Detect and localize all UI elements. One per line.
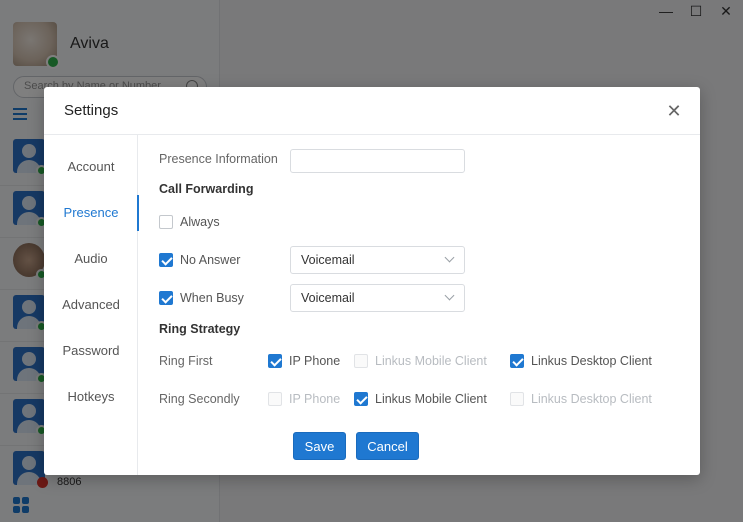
ring-secondly-label: Ring Secondly — [159, 392, 240, 406]
no-answer-checkbox-box[interactable] — [159, 253, 173, 267]
chevron-down-icon — [444, 252, 455, 263]
ring-first-mobile-client-label: Linkus Mobile Client — [375, 354, 487, 368]
when-busy-checkbox[interactable]: When Busy — [159, 291, 244, 305]
when-busy-target-value: Voicemail — [301, 291, 355, 305]
no-answer-checkbox[interactable]: No Answer — [159, 253, 240, 267]
no-answer-label: No Answer — [180, 253, 241, 267]
presence-settings: Presence Information Call Forwarding Alw… — [159, 135, 689, 475]
always-checkbox-box[interactable] — [159, 215, 173, 229]
cancel-button[interactable]: Cancel — [356, 432, 419, 460]
nav-item-password[interactable]: Password — [44, 333, 138, 369]
ring-secondly-mobile-client-box[interactable] — [354, 392, 368, 406]
no-answer-target-select[interactable]: Voicemail — [290, 246, 465, 274]
ring-secondly-mobile-client-label: Linkus Mobile Client — [375, 392, 487, 406]
settings-nav: Account Presence Audio Advanced Password… — [44, 135, 139, 475]
nav-item-hotkeys[interactable]: Hotkeys — [44, 379, 138, 415]
dialog-header: Settings ✕ — [44, 87, 700, 135]
chevron-down-icon — [444, 290, 455, 301]
ring-secondly-mobile-client[interactable]: Linkus Mobile Client — [354, 392, 487, 406]
always-label: Always — [180, 215, 220, 229]
when-busy-checkbox-box[interactable] — [159, 291, 173, 305]
ring-first-ip-phone[interactable]: IP Phone — [268, 354, 340, 368]
ring-secondly-desktop-client: Linkus Desktop Client — [510, 392, 652, 406]
ring-first-ip-phone-box[interactable] — [268, 354, 282, 368]
ring-first-ip-phone-label: IP Phone — [289, 354, 341, 368]
ring-first-label: Ring First — [159, 354, 213, 368]
close-icon[interactable]: ✕ — [664, 101, 684, 121]
ring-first-desktop-client-label: Linkus Desktop Client — [531, 354, 652, 368]
dialog-title: Settings — [64, 102, 119, 119]
nav-item-account[interactable]: Account — [44, 149, 138, 185]
nav-item-advanced[interactable]: Advanced — [44, 287, 138, 323]
ring-secondly-ip-phone-label: IP Phone — [289, 392, 341, 406]
no-answer-target-value: Voicemail — [301, 253, 355, 267]
ring-first-mobile-client: Linkus Mobile Client — [354, 354, 487, 368]
when-busy-target-select[interactable]: Voicemail — [290, 284, 465, 312]
ring-strategy-title: Ring Strategy — [159, 322, 241, 336]
ring-secondly-ip-phone: IP Phone — [268, 392, 340, 406]
ring-first-desktop-client[interactable]: Linkus Desktop Client — [510, 354, 652, 368]
ring-secondly-ip-phone-box — [268, 392, 282, 406]
ring-secondly-desktop-client-box — [510, 392, 524, 406]
ring-secondly-desktop-client-label: Linkus Desktop Client — [531, 392, 652, 406]
ring-first-desktop-client-box[interactable] — [510, 354, 524, 368]
ring-first-mobile-client-box — [354, 354, 368, 368]
save-button[interactable]: Save — [293, 432, 346, 460]
always-checkbox[interactable]: Always — [159, 215, 220, 229]
presence-information-input[interactable] — [290, 149, 465, 173]
call-forwarding-title: Call Forwarding — [159, 182, 254, 196]
nav-item-presence[interactable]: Presence — [44, 195, 139, 231]
nav-item-audio[interactable]: Audio — [44, 241, 138, 277]
when-busy-label: When Busy — [180, 291, 244, 305]
settings-dialog: Settings ✕ Account Presence Audio Advanc… — [44, 87, 700, 475]
presence-information-label: Presence Information — [159, 152, 278, 166]
